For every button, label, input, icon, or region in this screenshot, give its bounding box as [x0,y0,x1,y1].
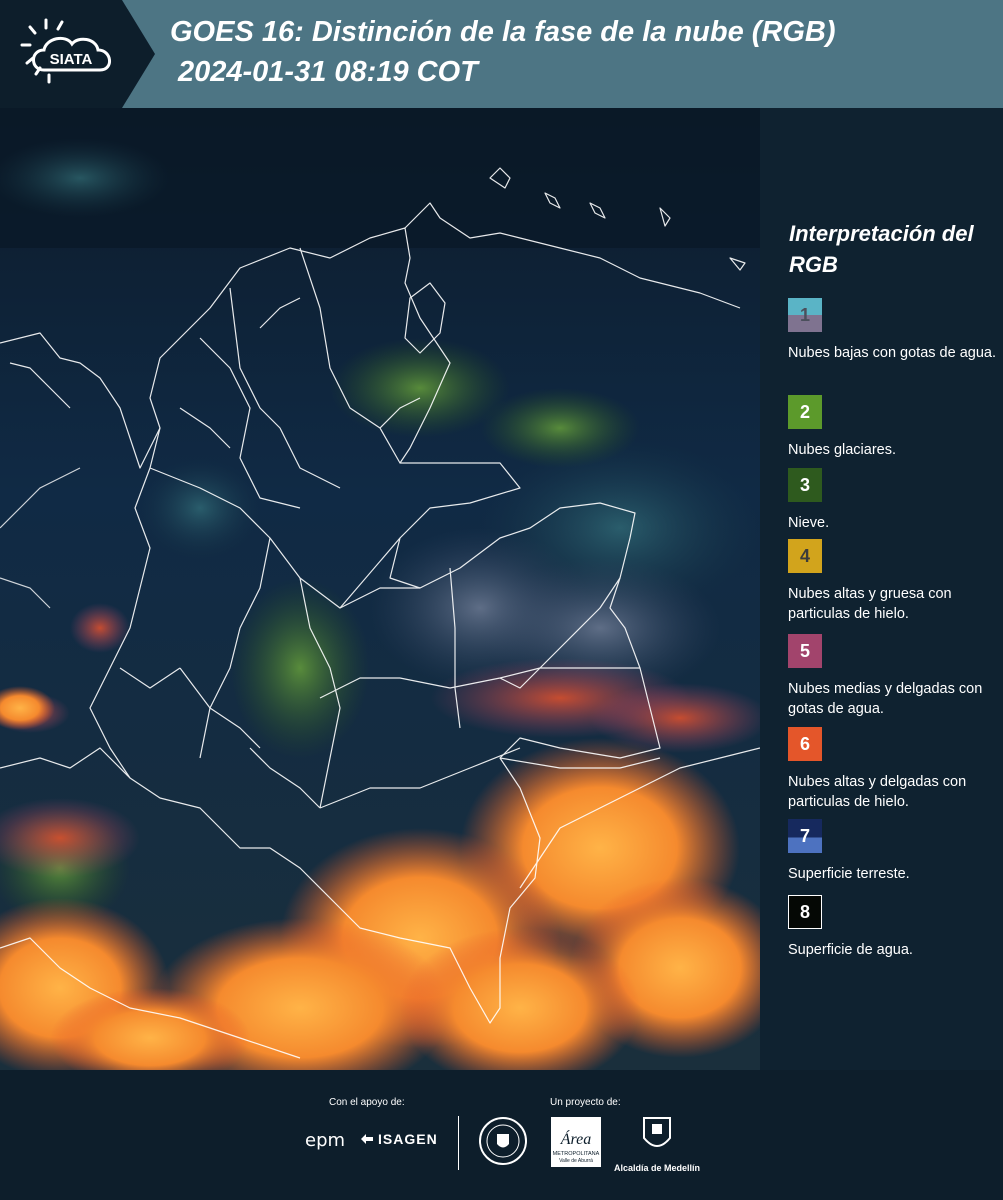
legend-item-7: 7 Superficie terreste. [788,819,1000,884]
footer: Con el apoyo de: Un proyecto de: epm ISA… [0,1070,1003,1200]
isagen-logo[interactable]: ISAGEN [360,1131,438,1147]
area-logo-text: Área [560,1129,592,1148]
legend-swatch-7: 7 [788,819,822,853]
legend-swatch-1: 1 [788,298,822,332]
legend-label-5: Nubes medias y delgadas con gotas de agu… [788,681,983,717]
legend-panel: Interpretación del RGB 1 Nubes bajas con… [760,108,1003,1070]
legend-item-6: 6 Nubes altas y delgadas con particulas … [788,727,1000,812]
epm-logo-text: epm [305,1130,346,1151]
legend-item-8: 8 Superficie de agua. [788,895,1000,960]
support-label: Con el apoyo de: [329,1097,405,1108]
page-title: GOES 16: Distinción de la fase de la nub… [170,16,836,48]
legend-item-5: 5 Nubes medias y delgadas con gotas de a… [788,634,1000,719]
legend-item-2: 2 Nubes glaciares. [788,395,1000,460]
legend-swatch-8: 8 [788,895,822,929]
legend-item-1: 1 Nubes bajas con gotas de agua. [788,298,1000,363]
legend-label-2: Nubes glaciares. [788,442,896,458]
legend-label-4: Nubes altas y gruesa con particulas de h… [788,586,952,622]
isagen-logo-text: ISAGEN [378,1131,438,1147]
area-logo-sub2: Valle de Aburrá [559,1158,593,1164]
legend-item-4: 4 Nubes altas y gruesa con particulas de… [788,539,1000,624]
alcaldia-medellin-logo[interactable]: Alcaldía de Medellín [612,1116,702,1173]
legend-label-6: Nubes altas y delgadas con particulas de… [788,774,967,810]
area-logo-sub1: METROPOLITANA [553,1151,600,1157]
footer-divider [458,1116,459,1170]
alcaldia-shield-icon [643,1117,671,1147]
legend-label-3: Nieve. [788,515,830,531]
legend-swatch-4: 4 [788,539,822,573]
legend-swatch-6: 6 [788,727,822,761]
medellin-seal-icon[interactable] [478,1116,528,1171]
satellite-rgb-map [0,108,760,1070]
legend-item-3: 3 Nieve. [788,468,1000,533]
legend-label-8: Superficie de agua. [788,942,913,958]
timestamp: 2024-01-31 08:19 COT [178,56,478,88]
legend-label-1: Nubes bajas con gotas de agua. [788,345,996,361]
legend-title: Interpretación del RGB [789,221,974,277]
epm-logo[interactable]: epm [305,1130,345,1151]
alcaldia-text: Alcaldía de Medellín [613,1163,701,1173]
legend-swatch-2: 2 [788,395,822,429]
legend-label-7: Superficie terreste. [788,866,910,882]
legend-swatch-5: 5 [788,634,822,668]
siata-logo-text: SIATA [50,51,93,68]
isagen-mark-icon [361,1134,373,1144]
project-label: Un proyecto de: [550,1097,621,1108]
header-bar: SIATA GOES 16: Distinción de la fase de … [0,0,1003,108]
area-metropolitana-logo[interactable]: Área METROPOLITANA Valle de Aburrá [550,1116,602,1173]
legend-swatch-3: 3 [788,468,822,502]
siata-logo[interactable]: SIATA [0,0,155,108]
